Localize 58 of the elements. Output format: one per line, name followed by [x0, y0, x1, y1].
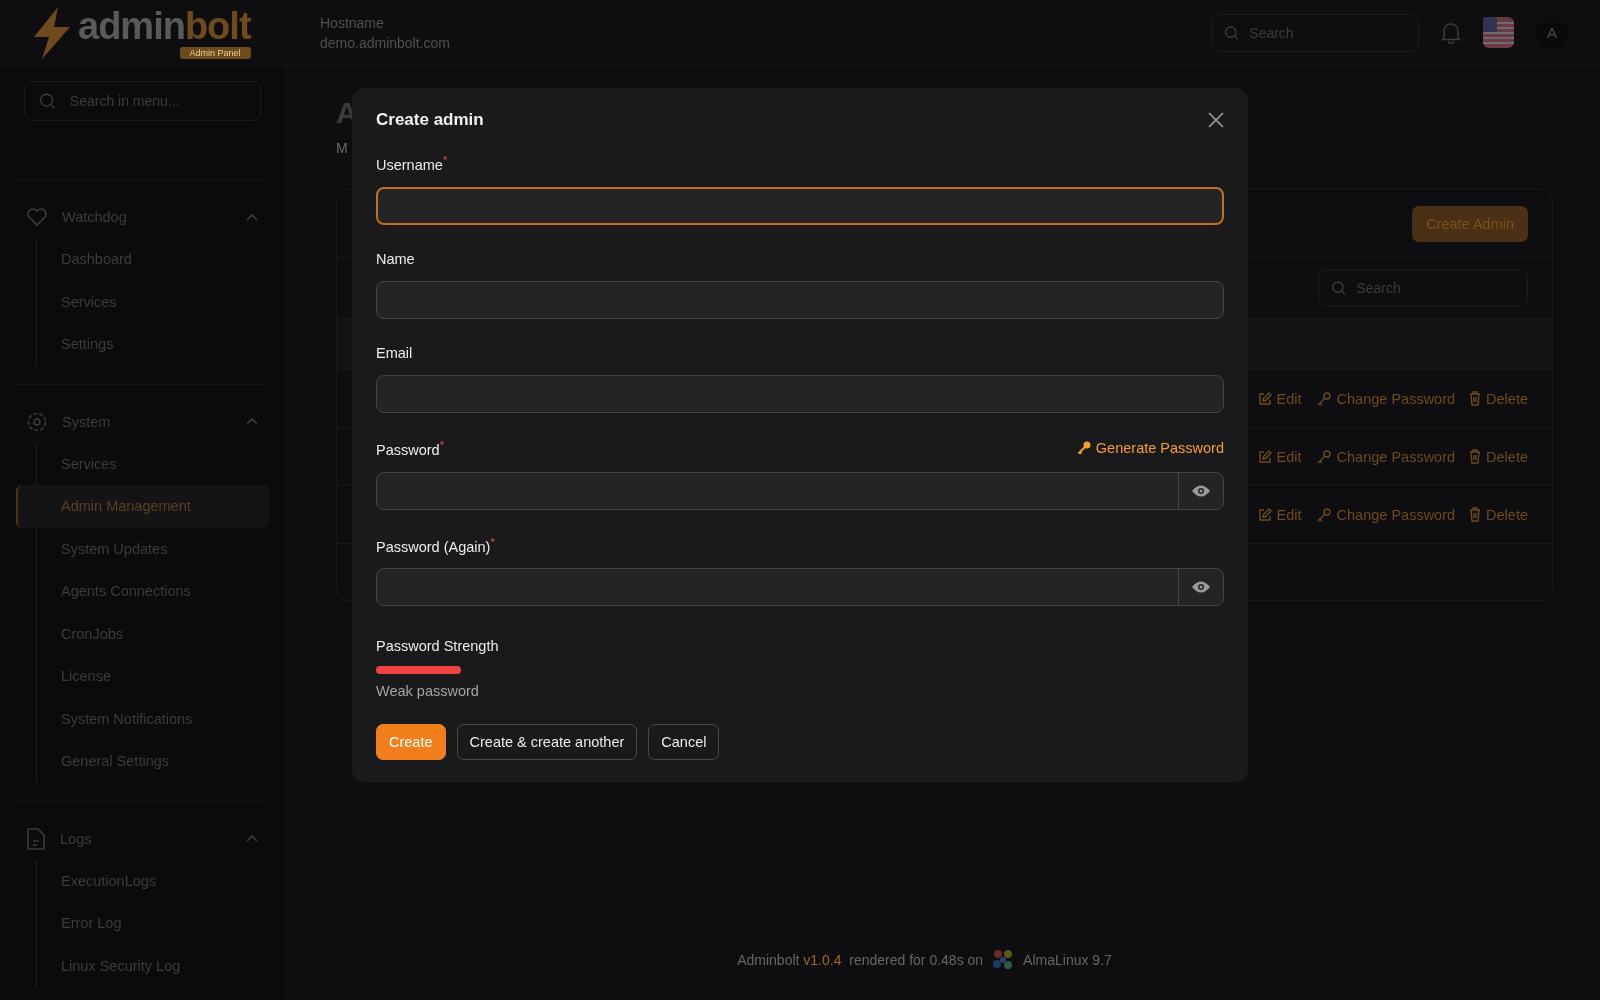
create-another-button[interactable]: Create & create another: [456, 724, 638, 761]
dialog-title: Create admin: [376, 110, 484, 130]
generate-password-link[interactable]: Generate Password: [1076, 440, 1224, 457]
lightning-bolt-icon: [32, 6, 72, 59]
trash-icon: [1469, 391, 1482, 406]
menu-item[interactable]: Admin Management: [16, 485, 269, 528]
field-label: Username$^{*}$: [376, 154, 448, 173]
edit-icon: [1257, 507, 1272, 522]
close-icon[interactable]: [1208, 112, 1224, 128]
delete-link[interactable]: Delete: [1469, 448, 1528, 465]
edit-link[interactable]: Edit: [1257, 390, 1302, 407]
eye-icon: [1191, 580, 1211, 595]
logo-text: admin: [78, 4, 185, 47]
text-input[interactable]: [376, 186, 1224, 225]
key-icon: [1315, 390, 1332, 407]
logo-text: bolt: [184, 4, 251, 47]
key-icon: [1315, 448, 1332, 465]
delete-link[interactable]: Delete: [1469, 506, 1528, 523]
change-password-link[interactable]: Change Password: [1315, 448, 1456, 465]
eye-icon: [1191, 483, 1211, 498]
field-label: Name: [376, 250, 415, 267]
text-input[interactable]: [376, 374, 1224, 413]
trash-icon: [1469, 507, 1482, 522]
change-password-link[interactable]: Change Password: [1315, 390, 1456, 407]
strength-label: Password Strength: [376, 638, 500, 655]
search-icon: [1224, 23, 1240, 42]
change-password-link[interactable]: Change Password: [1315, 506, 1456, 523]
trash-icon: [1469, 449, 1482, 464]
search-icon: [1331, 279, 1347, 297]
footer-os: AlmaLinux 9.7: [1023, 952, 1112, 968]
password-input[interactable]: [376, 568, 1224, 607]
footer-text: Adminbolt v1.0.4 rendered for 0.48s on: [737, 952, 984, 968]
edit-link[interactable]: Edit: [1257, 448, 1302, 465]
key-icon: [1076, 441, 1091, 456]
text-input[interactable]: [376, 280, 1224, 319]
heart-icon: [26, 207, 48, 227]
delete-link[interactable]: Delete: [1469, 390, 1528, 407]
flag-icon[interactable]: [1483, 17, 1514, 48]
cancel-button[interactable]: Cancel: [648, 724, 720, 761]
edit-icon: [1257, 391, 1272, 406]
search-icon: [39, 91, 56, 111]
hostname-value: demo.adminbolt.com: [320, 34, 450, 51]
field-label: Password$^{*}$: [376, 438, 444, 458]
create-button[interactable]: Create: [376, 724, 446, 761]
field-label: Email: [376, 344, 413, 361]
hostname-label: Hostname: [320, 14, 385, 31]
strength-reading: Weak password: [376, 683, 480, 700]
breadcrumb: M: [336, 140, 349, 156]
logo-badge: Admin Panel: [179, 46, 251, 59]
gear-icon: [26, 410, 48, 433]
edit-link[interactable]: Edit: [1257, 506, 1302, 523]
field-label: Password (Again)$^{*}$: [376, 535, 495, 555]
edit-icon: [1257, 449, 1272, 464]
key-icon: [1315, 506, 1332, 523]
password-input[interactable]: [376, 471, 1224, 510]
user-avatar[interactable]: A: [1536, 16, 1568, 49]
document-icon: [26, 826, 46, 851]
bell-icon[interactable]: [1441, 21, 1461, 44]
